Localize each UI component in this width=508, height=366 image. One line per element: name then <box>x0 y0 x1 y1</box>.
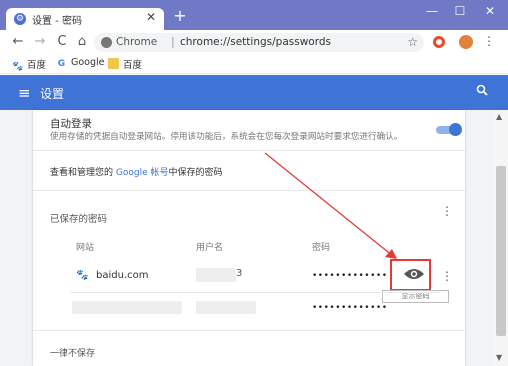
annotation-arrow-icon <box>264 152 397 259</box>
